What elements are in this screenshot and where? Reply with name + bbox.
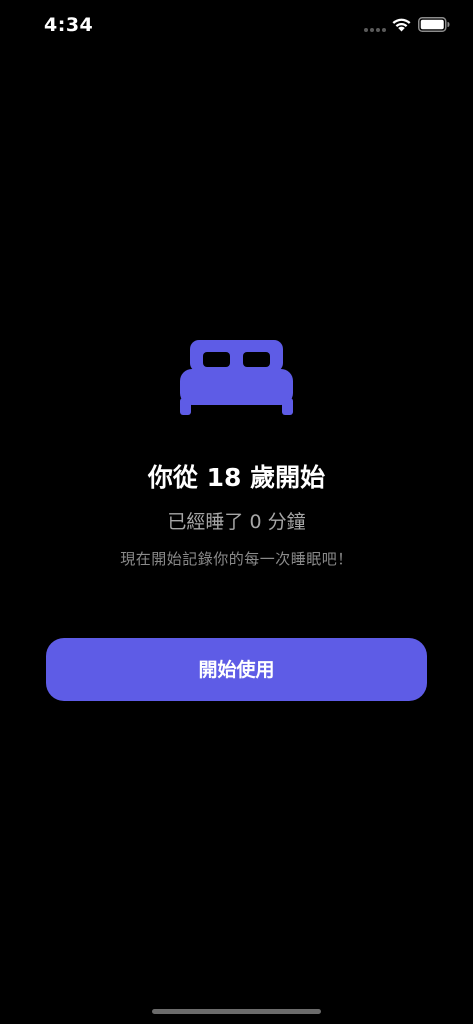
home-indicator[interactable] [152, 1009, 321, 1014]
wifi-icon [392, 18, 411, 32]
status-bar: 4:34 [0, 0, 473, 54]
status-time: 4:34 [44, 14, 94, 36]
headline: 你從 18 歲開始 [147, 463, 326, 492]
signal-dots-icon [364, 28, 388, 34]
hint-text: 現在開始記錄你的每一次睡眠吧！ [120, 550, 353, 568]
bed-icon [180, 340, 293, 415]
sleep-duration-text: 已經睡了 0 分鐘 [167, 511, 306, 533]
start-button[interactable]: 開始使用 [46, 638, 427, 701]
battery-icon [418, 17, 450, 32]
